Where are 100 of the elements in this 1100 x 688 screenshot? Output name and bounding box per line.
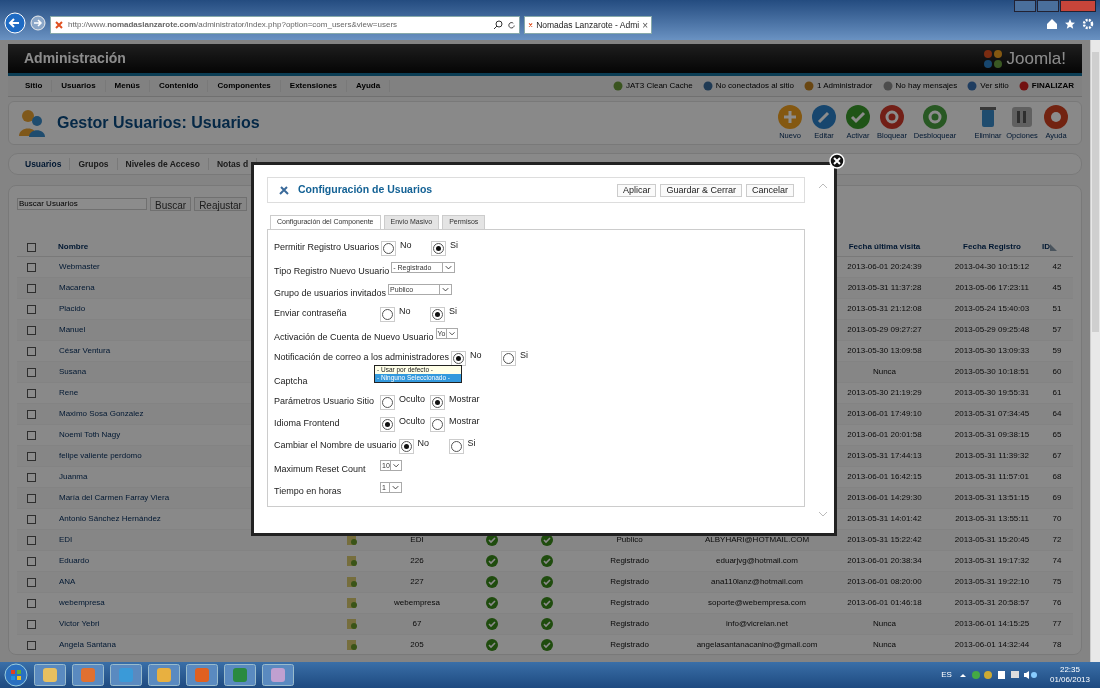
menu-item[interactable]: Ayuda	[346, 80, 391, 92]
modal-button[interactable]: Aplicar	[616, 183, 657, 197]
row-checkbox[interactable]	[27, 430, 36, 440]
radio-button[interactable]	[380, 417, 395, 432]
language-indicator[interactable]: ES	[941, 669, 952, 681]
row-checkbox[interactable]	[27, 472, 36, 482]
status-link[interactable]: No hay mensajes	[895, 80, 958, 92]
restore-button[interactable]	[1014, 0, 1036, 12]
page-title: Gestor Usuarios: Usuarios	[57, 113, 260, 133]
note-icon[interactable]	[346, 597, 358, 609]
status-link[interactable]: Ver sitio	[980, 80, 1009, 92]
menu-item[interactable]: Contenido	[149, 80, 209, 92]
radio-button[interactable]	[430, 307, 445, 322]
scrollbar[interactable]	[1090, 40, 1100, 662]
filter-button[interactable]: Buscar	[150, 197, 192, 211]
radio-button[interactable]	[398, 439, 414, 454]
check-icon[interactable]	[486, 618, 498, 630]
close-button[interactable]	[1060, 0, 1096, 12]
row-checkbox[interactable]	[27, 619, 36, 629]
select-all-checkbox[interactable]	[27, 242, 36, 252]
row-checkbox[interactable]	[27, 346, 36, 356]
close-icon[interactable]	[829, 153, 845, 169]
table-cell-text: 2013-05-30 19:55:31	[953, 387, 1031, 399]
menu-item[interactable]: Usuarios	[52, 80, 106, 92]
check-icon[interactable]	[486, 555, 498, 567]
user-name-link[interactable]: EDI	[47, 534, 332, 546]
row-checkbox[interactable]	[27, 514, 36, 524]
row-checkbox[interactable]	[27, 577, 36, 587]
status-link[interactable]: No conectados al sitio	[715, 80, 794, 92]
row-checkbox[interactable]	[27, 367, 36, 377]
home-icon[interactable]	[1046, 18, 1058, 30]
row-checkbox[interactable]	[27, 325, 36, 335]
row-checkbox[interactable]	[27, 262, 36, 272]
settings-icon[interactable]	[1082, 18, 1094, 30]
filter-button[interactable]: Reajustar	[194, 197, 247, 211]
row-checkbox[interactable]	[27, 535, 36, 545]
forward-button[interactable]	[30, 15, 46, 31]
status-link[interactable]: JAT3 Clean Cache	[626, 80, 693, 92]
radio-button[interactable]	[431, 241, 447, 256]
check-icon[interactable]	[541, 618, 553, 630]
menu-item[interactable]: Sitio	[16, 80, 53, 92]
clock-time[interactable]: 22:35	[1059, 665, 1080, 675]
table-cell-text: 2013-05-30 10:18:51	[953, 366, 1031, 378]
sub-tab[interactable]: Grupos	[70, 157, 118, 171]
menu-item[interactable]: Componentes	[208, 80, 281, 92]
check-icon[interactable]	[541, 597, 553, 609]
note-icon[interactable]	[346, 576, 358, 588]
table-cell-text: 72	[1051, 534, 1063, 546]
check-icon[interactable]	[486, 597, 498, 609]
menu-item[interactable]: Extensiones	[280, 80, 347, 92]
row-checkbox[interactable]	[27, 388, 36, 398]
row-checkbox[interactable]	[27, 283, 36, 293]
star-icon[interactable]	[1064, 18, 1076, 30]
sub-tab[interactable]: Usuarios	[17, 157, 71, 171]
modal-button[interactable]: Cancelar	[745, 183, 794, 197]
column-header[interactable]: ID	[1042, 241, 1050, 253]
radio-button[interactable]	[380, 307, 395, 322]
check-icon[interactable]	[541, 639, 553, 651]
row-checkbox[interactable]	[27, 598, 36, 608]
clock-date[interactable]: 01/06/2013	[1049, 675, 1090, 685]
row-checkbox[interactable]	[27, 304, 36, 314]
row-checkbox[interactable]	[27, 493, 36, 503]
radio-label: No	[470, 350, 482, 361]
browser-tab[interactable]: Nomadas Lanzarote - Admi ×	[524, 16, 652, 34]
site-icon	[54, 20, 64, 30]
check-icon[interactable]	[541, 555, 553, 567]
radio-button[interactable]	[430, 395, 445, 410]
close-tab-button[interactable]: ×	[642, 17, 648, 33]
table-cell-text: 2013-06-01 14:15:25	[953, 618, 1031, 630]
user-name-link[interactable]: Angela Santana	[47, 639, 332, 651]
radio-button[interactable]	[380, 395, 395, 410]
menu-item[interactable]: Menús	[105, 80, 150, 92]
column-header[interactable]: Fecha Registro	[942, 241, 1042, 253]
note-icon[interactable]	[346, 618, 358, 630]
back-button[interactable]	[4, 12, 26, 34]
check-icon[interactable]	[486, 576, 498, 588]
radio-button[interactable]	[448, 439, 464, 454]
row-checkbox[interactable]	[27, 409, 36, 419]
user-name-link[interactable]: Eduardo	[47, 555, 332, 567]
radio-button[interactable]	[501, 351, 517, 366]
radio-button[interactable]	[381, 241, 397, 256]
status-link[interactable]: 1 Administrador	[816, 80, 873, 92]
user-name-link[interactable]: ANA	[47, 576, 332, 588]
note-icon[interactable]	[346, 639, 358, 651]
search-field[interactable]: Buscar Usuarios	[17, 198, 147, 210]
user-name-link[interactable]: Victor Yebri	[47, 618, 332, 630]
sub-tab[interactable]: Niveles de Acceso	[117, 157, 209, 171]
minimize-button[interactable]	[1037, 0, 1059, 12]
check-icon[interactable]	[541, 576, 553, 588]
row-checkbox[interactable]	[27, 451, 36, 461]
modal-button[interactable]: Guardar & Cerrar	[660, 183, 742, 197]
status-link[interactable]: FINALIZAR	[1031, 80, 1074, 92]
check-icon[interactable]	[486, 639, 498, 651]
row-checkbox[interactable]	[27, 640, 36, 650]
radio-button[interactable]	[430, 417, 445, 432]
address-bar[interactable]: http://www.nomadaslanzarote.com/administrator/index.php?option=com_users&view=users	[50, 16, 520, 34]
user-name-link[interactable]: webempresa	[47, 597, 332, 609]
note-icon[interactable]	[346, 555, 358, 567]
row-checkbox[interactable]	[27, 556, 36, 566]
start-button[interactable]	[4, 663, 28, 687]
